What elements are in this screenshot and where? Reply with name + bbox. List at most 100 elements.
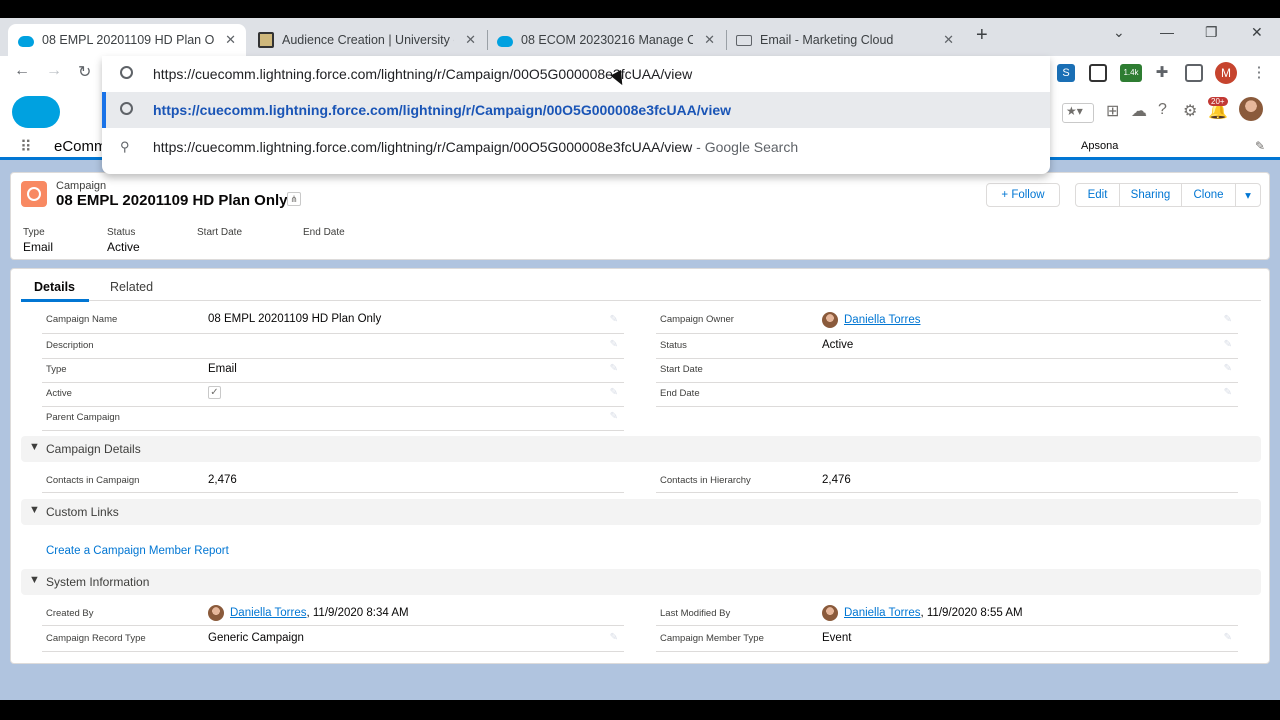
- salesforce-logo[interactable]: [12, 96, 60, 128]
- browser-tab[interactable]: 08 ECOM 20230216 Manage Can ✕: [487, 24, 725, 56]
- tab-title: 08 EMPL 20201109 HD Plan Only: [42, 33, 214, 47]
- chevron-down-icon: ▼: [29, 574, 40, 586]
- edit-pencil-icon[interactable]: ✎: [1224, 363, 1232, 374]
- puzzle-extensions-icon[interactable]: ✚: [1153, 64, 1171, 82]
- edit-pencil-icon[interactable]: ✎: [610, 339, 618, 350]
- tab-details[interactable]: Details: [34, 280, 75, 294]
- browser-tab-active[interactable]: 08 EMPL 20201109 HD Plan Only ✕: [8, 24, 246, 56]
- app-name: eComm: [54, 138, 107, 155]
- field-start-date: Start Date ✎: [656, 359, 1238, 383]
- sharing-button[interactable]: Sharing: [1119, 183, 1182, 207]
- minimize-icon[interactable]: —: [1160, 24, 1174, 40]
- field-campaign-owner: Campaign Owner Daniella Torres ✎: [656, 310, 1238, 334]
- omnibox-suggestion-url[interactable]: https://cuecomm.lightning.force.com/ligh…: [102, 92, 1050, 128]
- browser-tab[interactable]: Email - Marketing Cloud ✕: [726, 24, 964, 56]
- creator-link[interactable]: Daniella Torres: [230, 607, 307, 619]
- section-custom-links[interactable]: ▼ Custom Links: [21, 499, 1261, 525]
- profile-avatar[interactable]: M: [1215, 62, 1237, 84]
- edit-pencil-icon[interactable]: ✎: [1224, 387, 1232, 398]
- tab-related[interactable]: Related: [110, 280, 153, 294]
- field-campaign-name: Campaign Name 08 EMPL 20201109 HD Plan O…: [42, 310, 624, 334]
- edit-pencil-icon[interactable]: ✎: [610, 387, 618, 398]
- globe-icon: [120, 102, 133, 118]
- highlight-label-end-date: End Date: [303, 227, 345, 238]
- window-close-icon[interactable]: ✕: [1251, 24, 1263, 41]
- browser-tab[interactable]: Audience Creation | University of ✕: [248, 24, 486, 56]
- field-status: Status Active ✎: [656, 335, 1238, 359]
- suggestion-text: https://cuecomm.lightning.force.com/ligh…: [153, 139, 799, 155]
- restore-icon[interactable]: ❐: [1205, 24, 1218, 41]
- trailhead-icon[interactable]: ☁: [1131, 101, 1147, 121]
- active-tab-underline: [21, 299, 89, 302]
- tab-title: 08 ECOM 20230216 Manage Can: [521, 33, 693, 47]
- creator-avatar: [208, 605, 224, 621]
- setup-gear-icon[interactable]: ⚙: [1183, 101, 1197, 121]
- edit-pencil-icon[interactable]: ✎: [610, 632, 618, 643]
- tab-search-chevron-icon[interactable]: ⌄: [1113, 24, 1125, 41]
- field-contacts-in-hierarchy: Contacts in Hierarchy 2,476: [656, 469, 1238, 493]
- clone-button[interactable]: Clone: [1181, 183, 1236, 207]
- omnibox-dropdown: https://cuecomm.lightning.force.com/ligh…: [102, 56, 1050, 174]
- field-end-date: End Date ✎: [656, 383, 1238, 407]
- edit-button[interactable]: Edit: [1075, 183, 1120, 207]
- edit-nav-pencil-icon[interactable]: ✎: [1255, 139, 1265, 153]
- back-arrow-icon[interactable]: ←: [14, 62, 30, 80]
- salesforce-cloud-icon: [18, 35, 34, 47]
- field-contacts-in-campaign: Contacts in Campaign 2,476: [42, 469, 624, 493]
- qr-code-icon[interactable]: [1089, 64, 1107, 82]
- user-avatar[interactable]: [1239, 97, 1263, 121]
- owner-link[interactable]: Daniella Torres: [844, 314, 921, 326]
- global-actions-plus-icon[interactable]: ⊞: [1106, 101, 1119, 121]
- side-panel-icon[interactable]: [1185, 64, 1203, 82]
- salesforce-cloud-icon: [497, 35, 513, 47]
- highlight-value-type: Email: [23, 240, 54, 254]
- search-icon: ⚲: [120, 139, 130, 154]
- nav-item-apsona[interactable]: Apsona: [1081, 140, 1118, 152]
- field-description: Description ✎: [42, 335, 624, 359]
- help-question-icon[interactable]: ?: [1158, 101, 1167, 119]
- edit-pencil-icon[interactable]: ✎: [610, 363, 618, 374]
- record-details-card: Details Related Campaign Name 08 EMPL 20…: [10, 268, 1270, 664]
- edit-pencil-icon[interactable]: ✎: [1224, 314, 1232, 325]
- more-actions-chevron-icon[interactable]: ▾: [1235, 183, 1261, 207]
- forward-arrow-icon[interactable]: →: [46, 62, 62, 80]
- edit-pencil-icon[interactable]: ✎: [610, 314, 618, 325]
- field-active: Active ✓ ✎: [42, 383, 624, 407]
- favorites-star-icon[interactable]: ★▾: [1062, 103, 1094, 123]
- tab-close-icon[interactable]: ✕: [225, 32, 236, 48]
- tab-close-icon[interactable]: ✕: [704, 32, 715, 48]
- record-title: 08 EMPL 20201109 HD Plan Only: [56, 192, 288, 209]
- globe-icon: [120, 66, 133, 82]
- tab-close-icon[interactable]: ✕: [465, 32, 476, 48]
- modifier-avatar: [822, 605, 838, 621]
- edit-pencil-icon[interactable]: ✎: [1224, 632, 1232, 643]
- follow-button[interactable]: + Follow: [986, 183, 1060, 207]
- screen-bottom-bar: [0, 700, 1280, 720]
- browser-tab-strip: 08 EMPL 20201109 HD Plan Only ✕ Audience…: [0, 18, 1280, 56]
- omnibox-input[interactable]: https://cuecomm.lightning.force.com/ligh…: [102, 56, 1050, 92]
- reload-icon[interactable]: ↻: [78, 62, 91, 82]
- section-system-information[interactable]: ▼ System Information: [21, 569, 1261, 595]
- tab-title: Audience Creation | University of: [282, 33, 454, 47]
- chevron-down-icon: ▼: [29, 441, 40, 453]
- kebab-menu-icon[interactable]: ⋮: [1250, 64, 1268, 82]
- omnibox-suggestion-search[interactable]: ⚲ https://cuecomm.lightning.force.com/li…: [102, 129, 1050, 165]
- chevron-down-icon: ▼: [29, 504, 40, 516]
- field-parent-campaign: Parent Campaign ✎: [42, 407, 624, 431]
- app-launcher-icon[interactable]: ⠿: [20, 137, 32, 157]
- hierarchy-icon[interactable]: ⋔: [287, 192, 301, 206]
- modifier-link[interactable]: Daniella Torres: [844, 607, 921, 619]
- field-campaign-record-type: Campaign Record Type Generic Campaign ✎: [42, 628, 624, 652]
- detail-tabs: Details Related: [21, 277, 1261, 302]
- section-campaign-details[interactable]: ▼ Campaign Details: [21, 436, 1261, 462]
- field-type: Type Email ✎: [42, 359, 624, 383]
- edit-pencil-icon[interactable]: ✎: [610, 411, 618, 422]
- tab-title: Email - Marketing Cloud: [760, 33, 894, 47]
- create-campaign-member-report-link[interactable]: Create a Campaign Member Report: [46, 545, 229, 557]
- field-last-modified-by: Last Modified By Daniella Torres, 11/9/2…: [656, 602, 1238, 626]
- new-tab-button[interactable]: +: [976, 24, 988, 47]
- edit-pencil-icon[interactable]: ✎: [1224, 339, 1232, 350]
- tab-close-icon[interactable]: ✕: [943, 32, 954, 48]
- extension-counter-icon[interactable]: 1.4k: [1120, 64, 1142, 82]
- extension-s-icon[interactable]: S: [1057, 64, 1075, 82]
